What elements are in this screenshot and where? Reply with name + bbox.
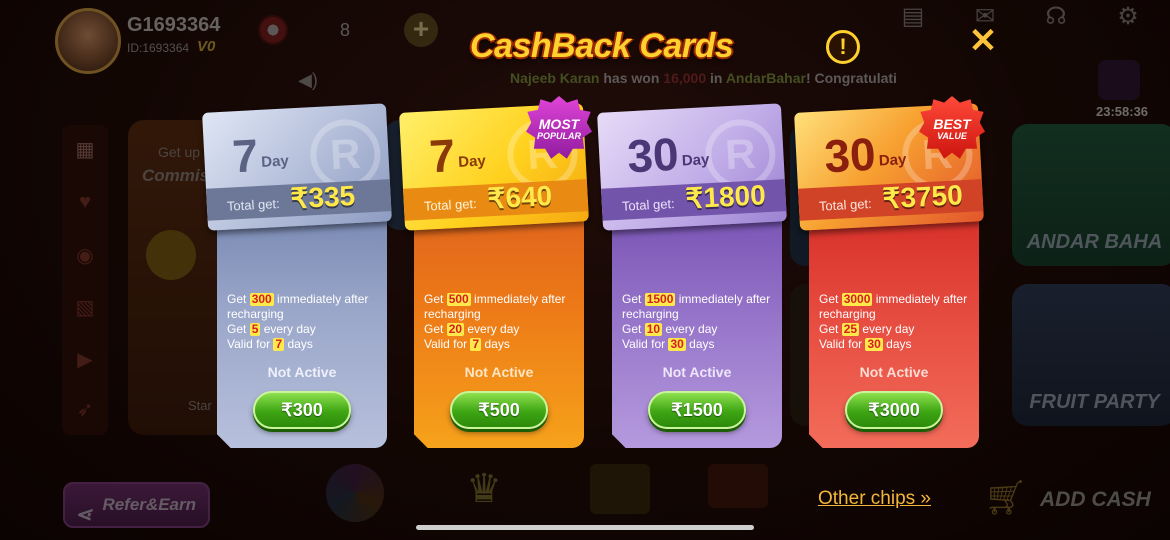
desc-text: Get [424, 322, 447, 336]
card-description: Get 500 immediately after recharging Get… [424, 292, 565, 352]
desc-text: recharging [424, 307, 481, 321]
desc-text: days [685, 337, 715, 351]
desc-text: every day [859, 322, 915, 336]
card-description: Get 300 immediately after recharging Get… [227, 292, 368, 352]
buy-card-button[interactable]: ₹500 [450, 391, 548, 429]
desc-value: 300 [249, 292, 274, 306]
buy-card-button[interactable]: ₹1500 [648, 391, 746, 429]
desc-text: days [882, 337, 912, 351]
days-unit: Day [457, 152, 487, 171]
total-row: Total get: ₹640 [403, 179, 589, 221]
total-value: ₹3750 [881, 179, 964, 215]
days-unit: Day [878, 151, 907, 170]
total-row: Total get: ₹335 [206, 179, 392, 221]
desc-value: 20 [446, 322, 465, 336]
home-indicator[interactable] [416, 525, 754, 530]
ribbon-line-2: POPULAR [536, 130, 581, 141]
card-description: Get 3000 immediately after recharging Ge… [819, 292, 967, 352]
desc-text: Valid for [622, 337, 669, 351]
card-days: 30 Day [823, 125, 907, 183]
total-value: ₹640 [486, 180, 553, 215]
desc-text: Get [819, 322, 842, 336]
desc-value: 7 [470, 337, 482, 351]
desc-text: Get [227, 292, 250, 306]
desc-value: 3000 [841, 292, 873, 306]
desc-text: immediately after [273, 292, 369, 306]
days-unit: Day [681, 151, 710, 170]
desc-text: days [481, 337, 510, 351]
days-value: 30 [625, 127, 680, 183]
desc-text: Get [622, 292, 645, 306]
days-value: 7 [427, 129, 457, 183]
total-row: Total get: ₹1800 [601, 179, 787, 221]
total-label: Total get: [423, 195, 478, 214]
other-chips-link[interactable]: Other chips » [818, 488, 931, 510]
desc-value: 500 [446, 292, 471, 306]
days-unit: Day [260, 152, 290, 171]
card-days: 7 Day [428, 126, 487, 183]
desc-value: 1500 [644, 292, 676, 306]
desc-text: recharging [227, 307, 284, 321]
cashback-card-2[interactable]: Not Active Get 500 immediately after rec… [399, 96, 592, 448]
card-status: Not Active [662, 364, 732, 380]
card-description: Get 1500 immediately after recharging Ge… [622, 292, 770, 352]
modal-title: CashBack Cards [470, 27, 734, 65]
total-label: Total get: [818, 195, 873, 214]
buy-card-button[interactable]: ₹300 [253, 391, 351, 429]
desc-value: 30 [668, 337, 686, 351]
desc-value: 7 [273, 337, 285, 351]
card-header: R 30 Day Total get: ₹1800 [597, 103, 787, 231]
card-header: R 7 Day Total get: ₹335 [202, 103, 392, 231]
days-value: 30 [822, 127, 877, 183]
desc-text: Valid for [819, 337, 866, 351]
buy-card-button[interactable]: ₹3000 [845, 391, 943, 429]
info-icon[interactable]: ! [826, 30, 860, 64]
desc-text: recharging [622, 307, 679, 321]
desc-text: Valid for [227, 337, 274, 351]
total-label: Total get: [621, 195, 676, 214]
card-days: 30 Day [626, 125, 710, 183]
cashback-card-4[interactable]: Not Active Get 3000 immediately after re… [794, 96, 987, 448]
desc-text: every day [662, 322, 718, 336]
desc-text: every day [260, 322, 316, 336]
ribbon-line-2: VALUE [937, 130, 967, 141]
desc-text: Valid for [424, 337, 471, 351]
desc-text: immediately after [872, 292, 968, 306]
ribbon-line-1: MOST [538, 115, 580, 132]
card-days: 7 Day [231, 126, 290, 183]
days-value: 7 [230, 129, 260, 183]
card-status: Not Active [464, 364, 534, 380]
total-row: Total get: ₹3750 [798, 179, 984, 221]
card-status: Not Active [859, 364, 929, 380]
desc-text: days [284, 337, 313, 351]
desc-value: 30 [865, 337, 883, 351]
desc-text: Get [424, 292, 447, 306]
cashback-card-1[interactable]: Not Active Get 300 immediately after rec… [202, 103, 395, 448]
desc-text: every day [464, 322, 520, 336]
desc-text: Get [819, 292, 842, 306]
desc-text: immediately after [470, 292, 566, 306]
cashback-card-3[interactable]: Not Active Get 1500 immediately after re… [597, 103, 790, 448]
desc-value: 25 [841, 322, 860, 336]
close-icon[interactable]: ✕ [966, 24, 1000, 58]
desc-text: immediately after [675, 292, 771, 306]
total-value: ₹335 [289, 180, 356, 215]
desc-value: 10 [644, 322, 663, 336]
desc-text: recharging [819, 307, 876, 321]
ribbon-line-1: BEST [933, 115, 971, 132]
desc-text: Get [227, 322, 250, 336]
desc-value: 5 [249, 322, 261, 336]
total-label: Total get: [226, 195, 281, 214]
card-status: Not Active [267, 364, 337, 380]
desc-text: Get [622, 322, 645, 336]
total-value: ₹1800 [684, 179, 767, 215]
